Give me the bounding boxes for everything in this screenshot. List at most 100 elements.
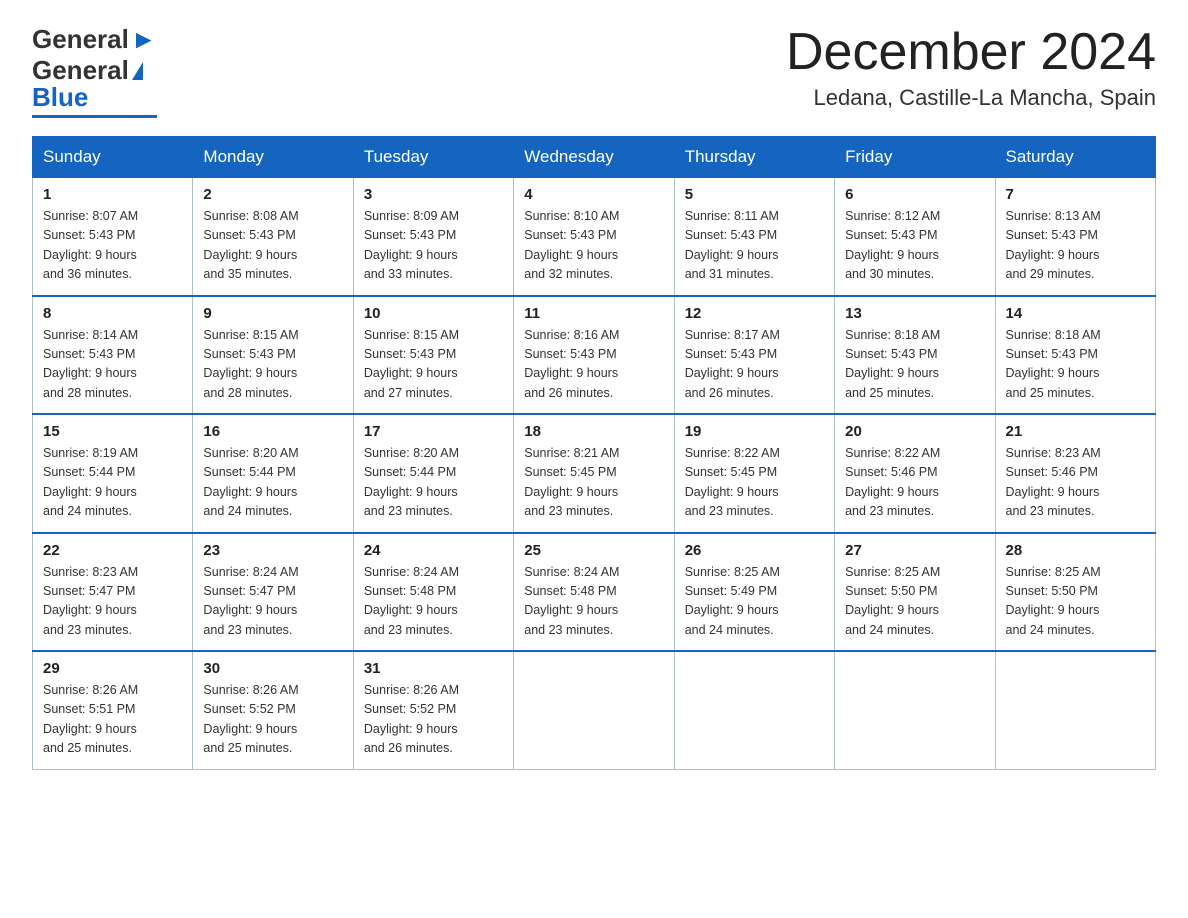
day-cell: 1 Sunrise: 8:07 AMSunset: 5:43 PMDayligh… (33, 178, 193, 296)
day-info: Sunrise: 8:18 AMSunset: 5:43 PMDaylight:… (845, 328, 940, 400)
day-number: 4 (524, 186, 663, 203)
day-info: Sunrise: 8:23 AMSunset: 5:46 PMDaylight:… (1006, 446, 1101, 518)
day-info: Sunrise: 8:17 AMSunset: 5:43 PMDaylight:… (685, 328, 780, 400)
logo-general: General (32, 24, 129, 55)
day-info: Sunrise: 8:15 AMSunset: 5:43 PMDaylight:… (364, 328, 459, 400)
col-header-wednesday: Wednesday (514, 137, 674, 178)
col-header-thursday: Thursday (674, 137, 834, 178)
day-cell: 28 Sunrise: 8:25 AMSunset: 5:50 PMDaylig… (995, 533, 1155, 652)
day-number: 31 (364, 660, 503, 677)
day-info: Sunrise: 8:15 AMSunset: 5:43 PMDaylight:… (203, 328, 298, 400)
week-row-4: 22 Sunrise: 8:23 AMSunset: 5:47 PMDaylig… (33, 533, 1156, 652)
day-info: Sunrise: 8:19 AMSunset: 5:44 PMDaylight:… (43, 446, 138, 518)
day-cell: 11 Sunrise: 8:16 AMSunset: 5:43 PMDaylig… (514, 296, 674, 415)
week-row-5: 29 Sunrise: 8:26 AMSunset: 5:51 PMDaylig… (33, 651, 1156, 769)
day-info: Sunrise: 8:25 AMSunset: 5:50 PMDaylight:… (845, 565, 940, 637)
day-info: Sunrise: 8:24 AMSunset: 5:47 PMDaylight:… (203, 565, 298, 637)
day-number: 23 (203, 542, 342, 559)
day-info: Sunrise: 8:22 AMSunset: 5:45 PMDaylight:… (685, 446, 780, 518)
day-cell: 24 Sunrise: 8:24 AMSunset: 5:48 PMDaylig… (353, 533, 513, 652)
day-number: 3 (364, 186, 503, 203)
day-info: Sunrise: 8:26 AMSunset: 5:52 PMDaylight:… (203, 683, 298, 755)
title-block: December 2024 Ledana, Castille-La Mancha… (786, 24, 1156, 111)
day-number: 30 (203, 660, 342, 677)
day-number: 25 (524, 542, 663, 559)
day-cell: 21 Sunrise: 8:23 AMSunset: 5:46 PMDaylig… (995, 414, 1155, 533)
day-info: Sunrise: 8:26 AMSunset: 5:52 PMDaylight:… (364, 683, 459, 755)
day-number: 9 (203, 305, 342, 322)
day-cell: 17 Sunrise: 8:20 AMSunset: 5:44 PMDaylig… (353, 414, 513, 533)
day-cell: 9 Sunrise: 8:15 AMSunset: 5:43 PMDayligh… (193, 296, 353, 415)
page-header: General ► General Blue December 2024 Led… (32, 24, 1156, 118)
day-number: 29 (43, 660, 182, 677)
day-cell: 19 Sunrise: 8:22 AMSunset: 5:45 PMDaylig… (674, 414, 834, 533)
logo-blue: ► (131, 24, 157, 55)
day-info: Sunrise: 8:18 AMSunset: 5:43 PMDaylight:… (1006, 328, 1101, 400)
day-number: 12 (685, 305, 824, 322)
calendar-table: SundayMondayTuesdayWednesdayThursdayFrid… (32, 136, 1156, 770)
day-info: Sunrise: 8:11 AMSunset: 5:43 PMDaylight:… (685, 209, 779, 281)
day-info: Sunrise: 8:10 AMSunset: 5:43 PMDaylight:… (524, 209, 619, 281)
day-cell: 26 Sunrise: 8:25 AMSunset: 5:49 PMDaylig… (674, 533, 834, 652)
day-number: 18 (524, 423, 663, 440)
day-cell: 16 Sunrise: 8:20 AMSunset: 5:44 PMDaylig… (193, 414, 353, 533)
day-number: 7 (1006, 186, 1145, 203)
day-info: Sunrise: 8:25 AMSunset: 5:50 PMDaylight:… (1006, 565, 1101, 637)
day-cell (995, 651, 1155, 769)
day-number: 28 (1006, 542, 1145, 559)
day-number: 21 (1006, 423, 1145, 440)
day-number: 10 (364, 305, 503, 322)
day-info: Sunrise: 8:09 AMSunset: 5:43 PMDaylight:… (364, 209, 459, 281)
day-number: 22 (43, 542, 182, 559)
day-cell: 25 Sunrise: 8:24 AMSunset: 5:48 PMDaylig… (514, 533, 674, 652)
day-cell: 6 Sunrise: 8:12 AMSunset: 5:43 PMDayligh… (835, 178, 995, 296)
day-info: Sunrise: 8:20 AMSunset: 5:44 PMDaylight:… (364, 446, 459, 518)
day-cell: 12 Sunrise: 8:17 AMSunset: 5:43 PMDaylig… (674, 296, 834, 415)
col-header-sunday: Sunday (33, 137, 193, 178)
day-info: Sunrise: 8:13 AMSunset: 5:43 PMDaylight:… (1006, 209, 1101, 281)
day-info: Sunrise: 8:20 AMSunset: 5:44 PMDaylight:… (203, 446, 298, 518)
header-row: SundayMondayTuesdayWednesdayThursdayFrid… (33, 137, 1156, 178)
day-cell: 4 Sunrise: 8:10 AMSunset: 5:43 PMDayligh… (514, 178, 674, 296)
month-title: December 2024 (786, 24, 1156, 81)
week-row-1: 1 Sunrise: 8:07 AMSunset: 5:43 PMDayligh… (33, 178, 1156, 296)
day-cell (674, 651, 834, 769)
col-header-tuesday: Tuesday (353, 137, 513, 178)
logo-text: General ► (32, 24, 157, 55)
day-cell: 27 Sunrise: 8:25 AMSunset: 5:50 PMDaylig… (835, 533, 995, 652)
day-info: Sunrise: 8:16 AMSunset: 5:43 PMDaylight:… (524, 328, 619, 400)
day-info: Sunrise: 8:08 AMSunset: 5:43 PMDaylight:… (203, 209, 298, 281)
day-number: 26 (685, 542, 824, 559)
day-info: Sunrise: 8:24 AMSunset: 5:48 PMDaylight:… (364, 565, 459, 637)
day-cell (514, 651, 674, 769)
day-number: 17 (364, 423, 503, 440)
day-number: 16 (203, 423, 342, 440)
logo-arrow-icon (132, 62, 143, 80)
logo: General ► General Blue (32, 24, 157, 118)
day-number: 1 (43, 186, 182, 203)
day-number: 27 (845, 542, 984, 559)
day-cell: 15 Sunrise: 8:19 AMSunset: 5:44 PMDaylig… (33, 414, 193, 533)
day-number: 2 (203, 186, 342, 203)
day-number: 20 (845, 423, 984, 440)
day-info: Sunrise: 8:23 AMSunset: 5:47 PMDaylight:… (43, 565, 138, 637)
logo-underline (32, 115, 157, 118)
day-cell: 7 Sunrise: 8:13 AMSunset: 5:43 PMDayligh… (995, 178, 1155, 296)
day-cell: 20 Sunrise: 8:22 AMSunset: 5:46 PMDaylig… (835, 414, 995, 533)
day-number: 11 (524, 305, 663, 322)
day-number: 15 (43, 423, 182, 440)
day-cell: 5 Sunrise: 8:11 AMSunset: 5:43 PMDayligh… (674, 178, 834, 296)
day-info: Sunrise: 8:24 AMSunset: 5:48 PMDaylight:… (524, 565, 619, 637)
col-header-saturday: Saturday (995, 137, 1155, 178)
day-info: Sunrise: 8:26 AMSunset: 5:51 PMDaylight:… (43, 683, 138, 755)
day-number: 14 (1006, 305, 1145, 322)
day-cell: 2 Sunrise: 8:08 AMSunset: 5:43 PMDayligh… (193, 178, 353, 296)
day-info: Sunrise: 8:21 AMSunset: 5:45 PMDaylight:… (524, 446, 619, 518)
day-number: 6 (845, 186, 984, 203)
day-cell (835, 651, 995, 769)
location-title: Ledana, Castille-La Mancha, Spain (786, 85, 1156, 111)
col-header-monday: Monday (193, 137, 353, 178)
day-number: 19 (685, 423, 824, 440)
day-cell: 29 Sunrise: 8:26 AMSunset: 5:51 PMDaylig… (33, 651, 193, 769)
week-row-2: 8 Sunrise: 8:14 AMSunset: 5:43 PMDayligh… (33, 296, 1156, 415)
